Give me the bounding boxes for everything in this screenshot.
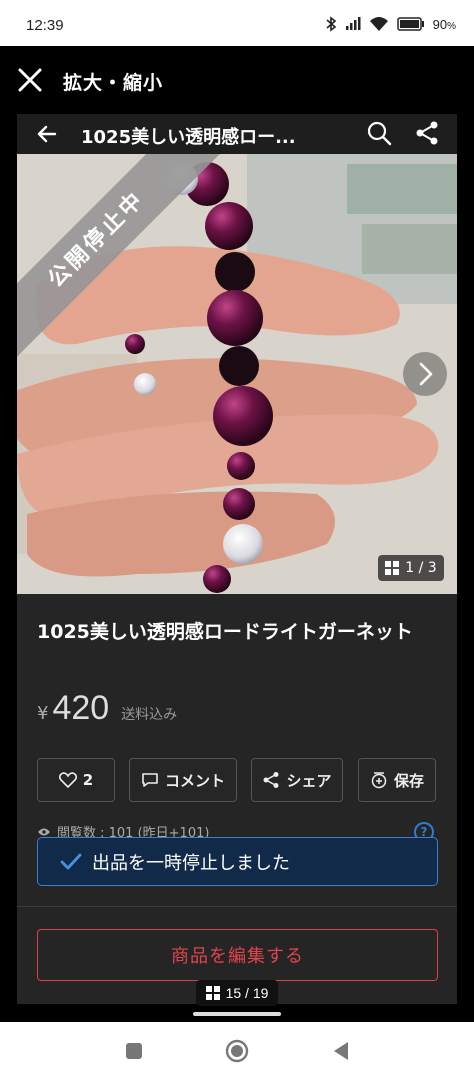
recents-icon[interactable]: [121, 1038, 147, 1064]
divider: [17, 906, 457, 907]
save-icon: [371, 772, 387, 789]
edit-product-button[interactable]: 商品を編集する: [37, 929, 438, 981]
toast-notification: 出品を一時停止しました: [37, 837, 438, 886]
next-photo-button[interactable]: [403, 352, 447, 396]
share-icon[interactable]: [414, 120, 440, 146]
system-nav-bar: [0, 1022, 474, 1080]
viewer-title: 拡大・縮小: [63, 72, 164, 94]
wifi-icon: [369, 17, 388, 31]
price-row: ¥ 420 送料込み: [37, 689, 177, 728]
currency-symbol: ¥: [37, 703, 49, 724]
price: 420: [52, 689, 110, 727]
status-time: 12:39: [26, 17, 64, 34]
battery-level: 90: [432, 16, 448, 32]
checkmark-icon: [60, 853, 82, 869]
page-counter-label: 15 / 19: [225, 985, 269, 1001]
zoomed-screenshot[interactable]: 1025美しい透明感ロー... 公開停止中 1 / 3 1025美しい透明感ロー…: [17, 114, 457, 1004]
share-button[interactable]: シェア: [251, 758, 343, 802]
bluetooth-icon: [326, 16, 336, 32]
photo-counter: 1 / 3: [378, 555, 444, 581]
product-photo[interactable]: 公開停止中 1 / 3: [17, 154, 457, 594]
signal-icon: [345, 17, 361, 30]
chevron-right-icon: [419, 362, 433, 386]
app-bar: 1025美しい透明感ロー...: [17, 114, 457, 154]
comment-label: コメント: [164, 771, 225, 790]
screenshot-page-counter: 15 / 19: [196, 980, 278, 1006]
battery-unit: %: [447, 20, 456, 32]
home-icon[interactable]: [224, 1038, 250, 1064]
search-icon[interactable]: [366, 120, 392, 146]
grid-icon: [205, 986, 220, 1000]
like-button[interactable]: 2: [37, 758, 115, 802]
save-button[interactable]: 保存: [358, 758, 436, 802]
product-title: 1025美しい透明感ロードライトガーネット: [37, 621, 413, 643]
shipping-note: 送料込み: [121, 707, 178, 723]
status-icons: 90%: [325, 16, 456, 32]
share-icon: [263, 772, 279, 788]
share-label: シェア: [286, 771, 332, 790]
comment-button[interactable]: コメント: [129, 758, 237, 802]
gesture-handle[interactable]: [193, 1012, 281, 1016]
like-count: 2: [82, 771, 94, 789]
save-label: 保存: [393, 771, 424, 790]
eye-icon: [38, 828, 50, 835]
grid-icon: [385, 561, 400, 575]
comment-icon: [142, 773, 158, 787]
viewer-header: 拡大・縮小: [0, 46, 474, 114]
app-bar-title: 1025美しい透明感ロー...: [81, 127, 296, 148]
close-icon[interactable]: [16, 66, 44, 94]
arrow-left-icon[interactable]: [35, 122, 59, 146]
status-bar: 12:39 90%: [0, 0, 474, 46]
battery-icon: [396, 17, 424, 31]
back-icon[interactable]: [328, 1038, 354, 1064]
photo-counter-label: 1 / 3: [405, 560, 437, 576]
heart-icon: [58, 772, 77, 788]
toast-message: 出品を一時停止しました: [92, 852, 290, 874]
